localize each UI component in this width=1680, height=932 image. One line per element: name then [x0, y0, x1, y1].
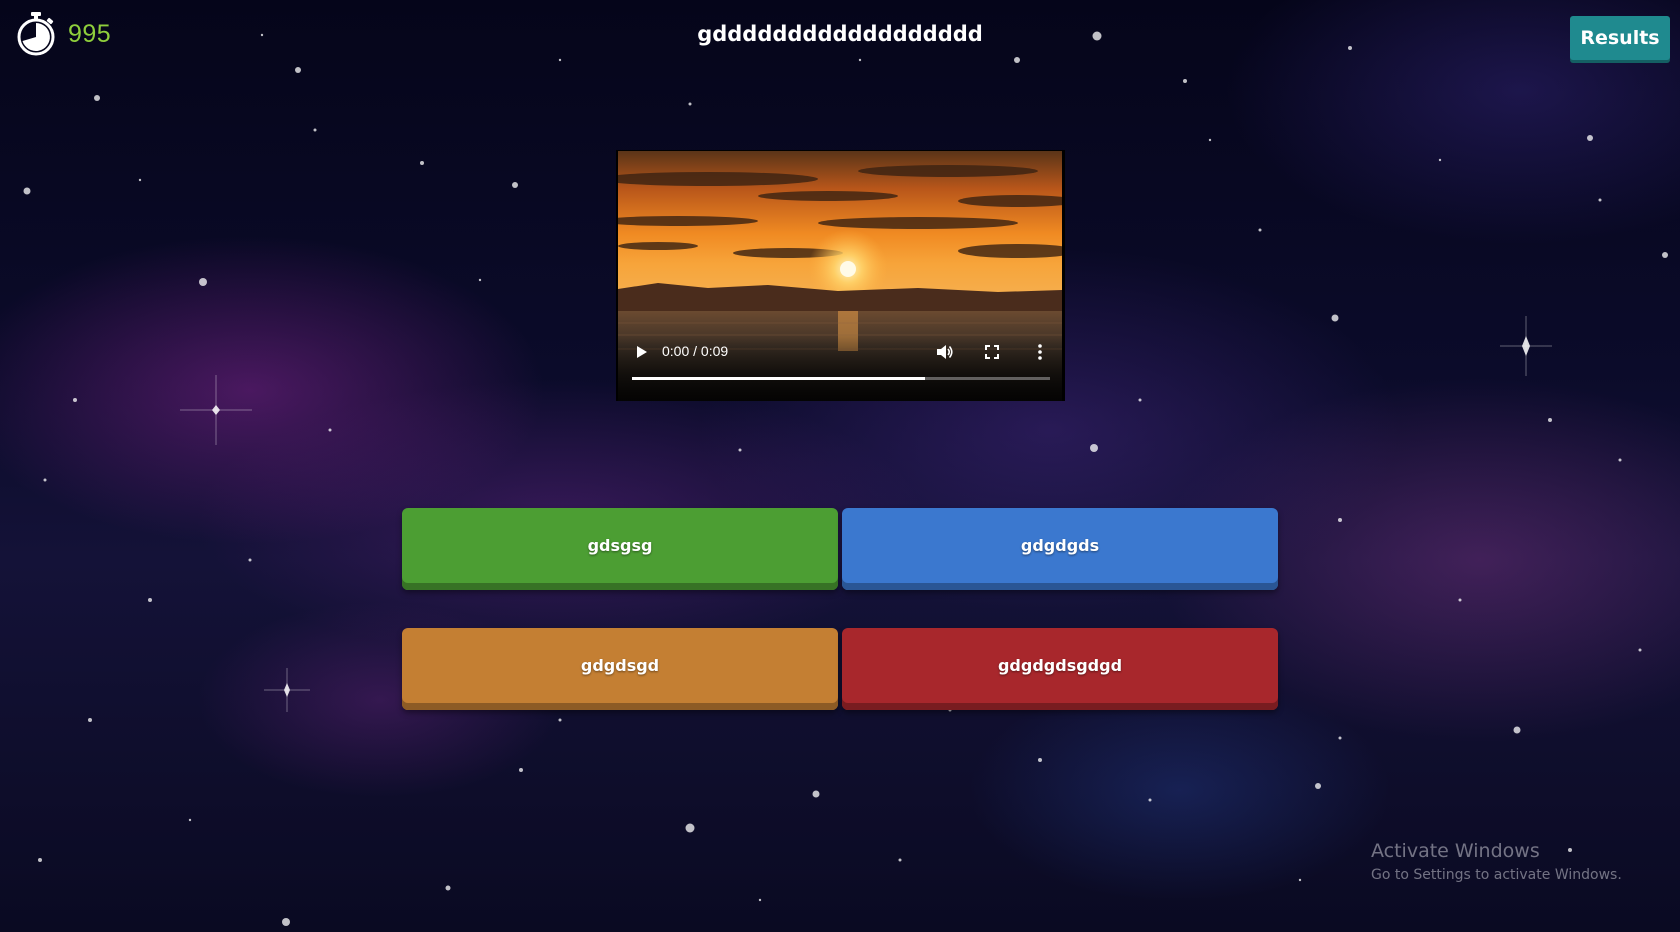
more-options-icon[interactable] [1030, 342, 1050, 362]
video-progress-fill [632, 377, 925, 380]
video-player[interactable]: 0:00 / 0:09 [616, 150, 1065, 401]
watermark-title: Activate Windows [1371, 840, 1540, 862]
play-icon[interactable] [632, 342, 650, 362]
answer-label-2: gdgdgds [1020, 535, 1100, 555]
answer-label-4: gdgdgdsgdgd [997, 655, 1123, 675]
results-button[interactable]: Results [1570, 16, 1670, 60]
question-title: gdddddddddddddddddd [697, 22, 983, 46]
answer-button-4[interactable]: gdgdgdsgdgd [842, 628, 1278, 710]
answer-label-3: gdgdsgd [580, 655, 660, 675]
video-time: 0:00 / 0:09 [662, 343, 729, 359]
answer-button-2[interactable]: gdgdgds [842, 508, 1278, 590]
starfield-background [23, 31, 1668, 926]
answer-label-1: gdsgsg [587, 535, 653, 555]
volume-icon[interactable] [934, 342, 954, 362]
windows-activation-watermark: Activate Windows Go to Settings to activ… [1371, 840, 1622, 883]
answer-button-3[interactable]: gdgdsgd [402, 628, 838, 710]
answer-button-1[interactable]: gdsgsg [402, 508, 838, 590]
fullscreen-icon[interactable] [982, 342, 1002, 362]
video-progress-bar[interactable] [632, 377, 1050, 380]
watermark-subtitle: Go to Settings to activate Windows. [1371, 867, 1622, 883]
